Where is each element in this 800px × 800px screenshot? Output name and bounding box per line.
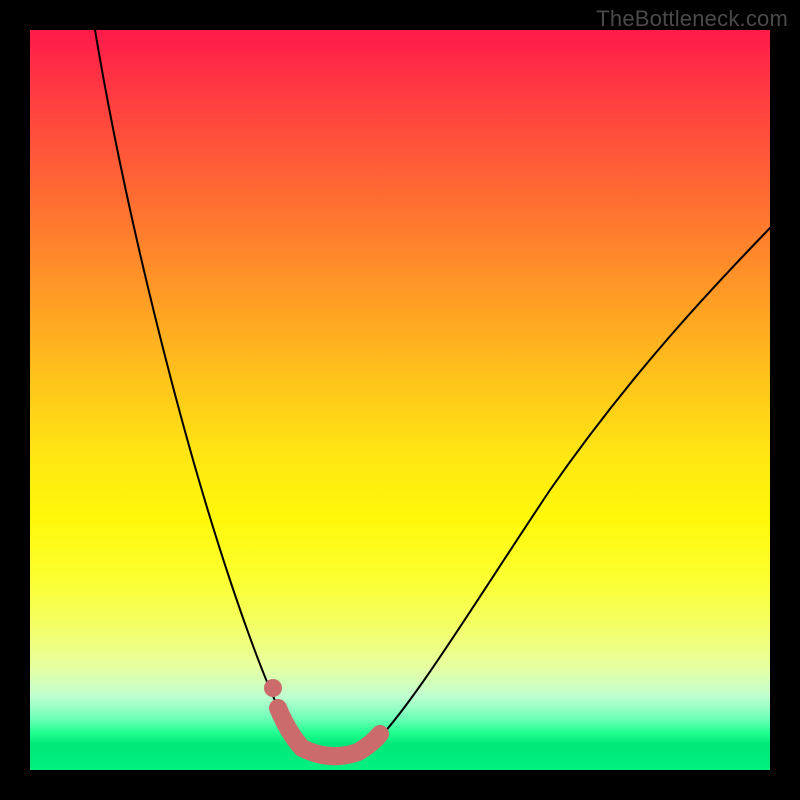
- curve-right-branch: [368, 228, 770, 750]
- optimal-region-highlight: [278, 708, 380, 756]
- watermark-text: TheBottleneck.com: [596, 6, 788, 32]
- bottleneck-curve: [30, 30, 770, 770]
- highlight-start-dot: [264, 679, 282, 697]
- curve-left-branch: [95, 30, 302, 748]
- chart-plot-area: [30, 30, 770, 770]
